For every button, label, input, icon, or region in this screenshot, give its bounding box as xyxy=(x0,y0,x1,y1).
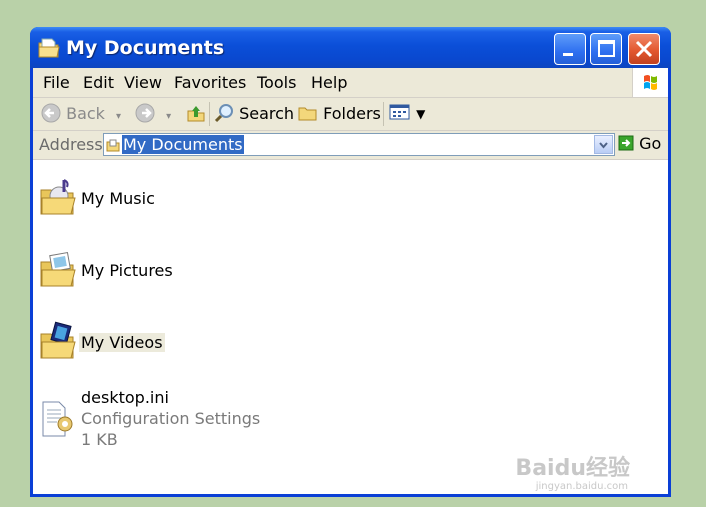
maximize-button[interactable] xyxy=(590,33,622,65)
search-button[interactable]: Search xyxy=(214,103,294,123)
folders-button[interactable]: Folders xyxy=(298,103,381,123)
window-title: My Documents xyxy=(66,37,225,59)
forward-dropdown-icon[interactable]: ▾ xyxy=(166,111,171,122)
title-bar[interactable]: My Documents xyxy=(30,27,671,68)
file-name[interactable]: My Videos xyxy=(79,333,165,352)
back-label: Back xyxy=(66,104,105,123)
folders-icon xyxy=(298,107,317,121)
list-item-my-pictures[interactable]: My Pictures xyxy=(39,248,439,296)
up-folder-icon xyxy=(187,106,205,122)
address-dropdown-button[interactable] xyxy=(594,135,613,154)
forward-arrow-icon xyxy=(135,103,155,123)
toolbar-separator xyxy=(209,102,210,126)
baidu-watermark-url: jingyan.baidu.com xyxy=(535,481,628,492)
views-icon xyxy=(389,104,410,120)
videos-folder-icon xyxy=(40,321,76,359)
close-icon xyxy=(635,40,653,58)
file-size: 1 KB xyxy=(81,430,118,449)
toolbar-separator xyxy=(383,102,384,126)
file-name[interactable]: My Pictures xyxy=(81,261,173,280)
chevron-down-icon xyxy=(599,142,608,149)
address-label: Address xyxy=(39,135,103,154)
baidu-watermark: Baidu经验 xyxy=(515,456,630,481)
back-arrow-icon xyxy=(41,103,61,123)
go-label: Go xyxy=(639,134,662,153)
menu-view[interactable]: View xyxy=(124,73,162,92)
go-arrow-icon xyxy=(618,135,634,151)
address-bar: Address My Documents Go xyxy=(33,131,668,160)
back-dropdown-icon[interactable]: ▾ xyxy=(116,111,121,122)
window-client: File Edit View Favorites Tools Help Back… xyxy=(33,68,668,494)
pictures-folder-icon xyxy=(40,251,76,287)
windows-flag-icon xyxy=(644,75,657,90)
back-button[interactable]: Back ▾ xyxy=(41,103,121,123)
search-label: Search xyxy=(239,104,295,123)
maximize-icon xyxy=(598,40,615,57)
minimize-button[interactable] xyxy=(554,33,586,65)
file-name[interactable]: My Music xyxy=(81,189,155,208)
folders-label: Folders xyxy=(323,104,381,123)
minimize-icon xyxy=(563,53,573,56)
music-folder-icon xyxy=(40,179,76,215)
windows-logo xyxy=(632,68,668,97)
file-name[interactable]: desktop.ini xyxy=(81,388,169,407)
config-file-icon xyxy=(42,401,73,437)
menu-edit[interactable]: Edit xyxy=(83,73,114,92)
list-item-desktop-ini[interactable]: desktop.ini Configuration Settings 1 KB xyxy=(39,388,439,454)
search-icon xyxy=(214,104,233,123)
menu-tools[interactable]: Tools xyxy=(257,73,296,92)
views-dropdown-icon: ▼ xyxy=(416,107,426,121)
address-field[interactable]: My Documents xyxy=(103,133,615,156)
explorer-window: My Documents File Edit View Favorites To… xyxy=(30,27,671,497)
go-button[interactable]: Go xyxy=(618,134,661,153)
address-value[interactable]: My Documents xyxy=(122,135,244,154)
my-documents-icon xyxy=(38,38,60,58)
menu-favorites[interactable]: Favorites xyxy=(174,73,246,92)
menu-bar: File Edit View Favorites Tools Help xyxy=(33,68,668,98)
file-list: My Music My Pictures My Videos desktop.i… xyxy=(33,160,668,494)
menu-help[interactable]: Help xyxy=(311,73,347,92)
menu-file[interactable]: File xyxy=(43,73,70,92)
up-folder-button[interactable] xyxy=(186,103,206,127)
views-button[interactable]: ▼ xyxy=(389,103,425,122)
close-button[interactable] xyxy=(628,33,660,65)
toolbar: Back ▾ ▾ Search Folders ▼ xyxy=(33,98,668,131)
file-type: Configuration Settings xyxy=(81,409,261,428)
list-item-my-videos[interactable]: My Videos xyxy=(39,320,439,368)
my-documents-small-icon xyxy=(106,139,120,152)
list-item-my-music[interactable]: My Music xyxy=(39,176,439,224)
forward-button[interactable]: ▾ xyxy=(135,103,171,123)
